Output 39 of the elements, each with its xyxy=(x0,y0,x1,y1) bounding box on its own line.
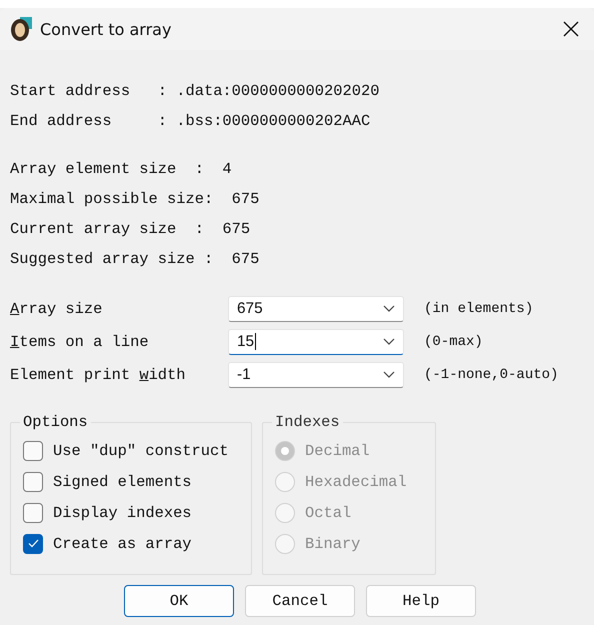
combo-box[interactable]: 675 xyxy=(228,296,404,322)
address-text: End address : .bss:0000000000202AAC xyxy=(10,111,372,132)
checkbox-label: Signed elements xyxy=(53,472,192,490)
field-hint: (in elements) xyxy=(424,300,534,316)
size-text: Suggested array size : 675 xyxy=(10,249,260,270)
window-title: Convert to array xyxy=(40,20,172,38)
group-title: Options xyxy=(22,413,89,431)
checkbox[interactable] xyxy=(23,534,43,554)
combo-box[interactable]: -1 xyxy=(228,362,404,388)
checkbox[interactable] xyxy=(23,502,43,522)
field-label: Array size xyxy=(10,300,104,318)
radio-label: Octal xyxy=(305,504,352,522)
checkbox[interactable] xyxy=(23,440,43,460)
address-text: Start address : .data:0000000000202020 xyxy=(10,81,380,102)
field-hint: (0-max) xyxy=(424,334,484,350)
radio-label: Hexadecimal xyxy=(305,472,407,490)
checkbox-label: Use "dup" construct xyxy=(53,442,228,460)
group-title: Indexes xyxy=(274,413,341,431)
chevron-down-icon xyxy=(383,371,395,378)
size-text: Current array size : 675 xyxy=(10,219,252,240)
checkmark-icon xyxy=(28,539,38,548)
checkbox-label: Create as array xyxy=(53,534,192,552)
dialog-button[interactable]: OK xyxy=(124,585,234,617)
radio-label: Decimal xyxy=(305,442,370,460)
combo-box[interactable]: 15 xyxy=(228,328,404,354)
checkbox[interactable] xyxy=(23,472,43,492)
checkbox-label: Display indexes xyxy=(53,504,192,522)
radio-label: Binary xyxy=(305,534,360,552)
size-text: Maximal possible size: 675 xyxy=(10,189,260,210)
size-text: Array element size : 4 xyxy=(10,159,233,180)
portrait-logo-icon xyxy=(10,17,32,41)
chevron-down-icon xyxy=(383,305,395,312)
dialog-button[interactable]: Cancel xyxy=(245,585,355,617)
close-icon xyxy=(563,21,579,37)
dialog-button[interactable]: Help xyxy=(366,585,476,617)
field-hint: (-1-none,0-auto) xyxy=(424,366,560,382)
chevron-down-icon xyxy=(383,338,395,345)
field-label: Items on a line xyxy=(10,332,150,350)
field-label: Element print width xyxy=(10,366,187,384)
